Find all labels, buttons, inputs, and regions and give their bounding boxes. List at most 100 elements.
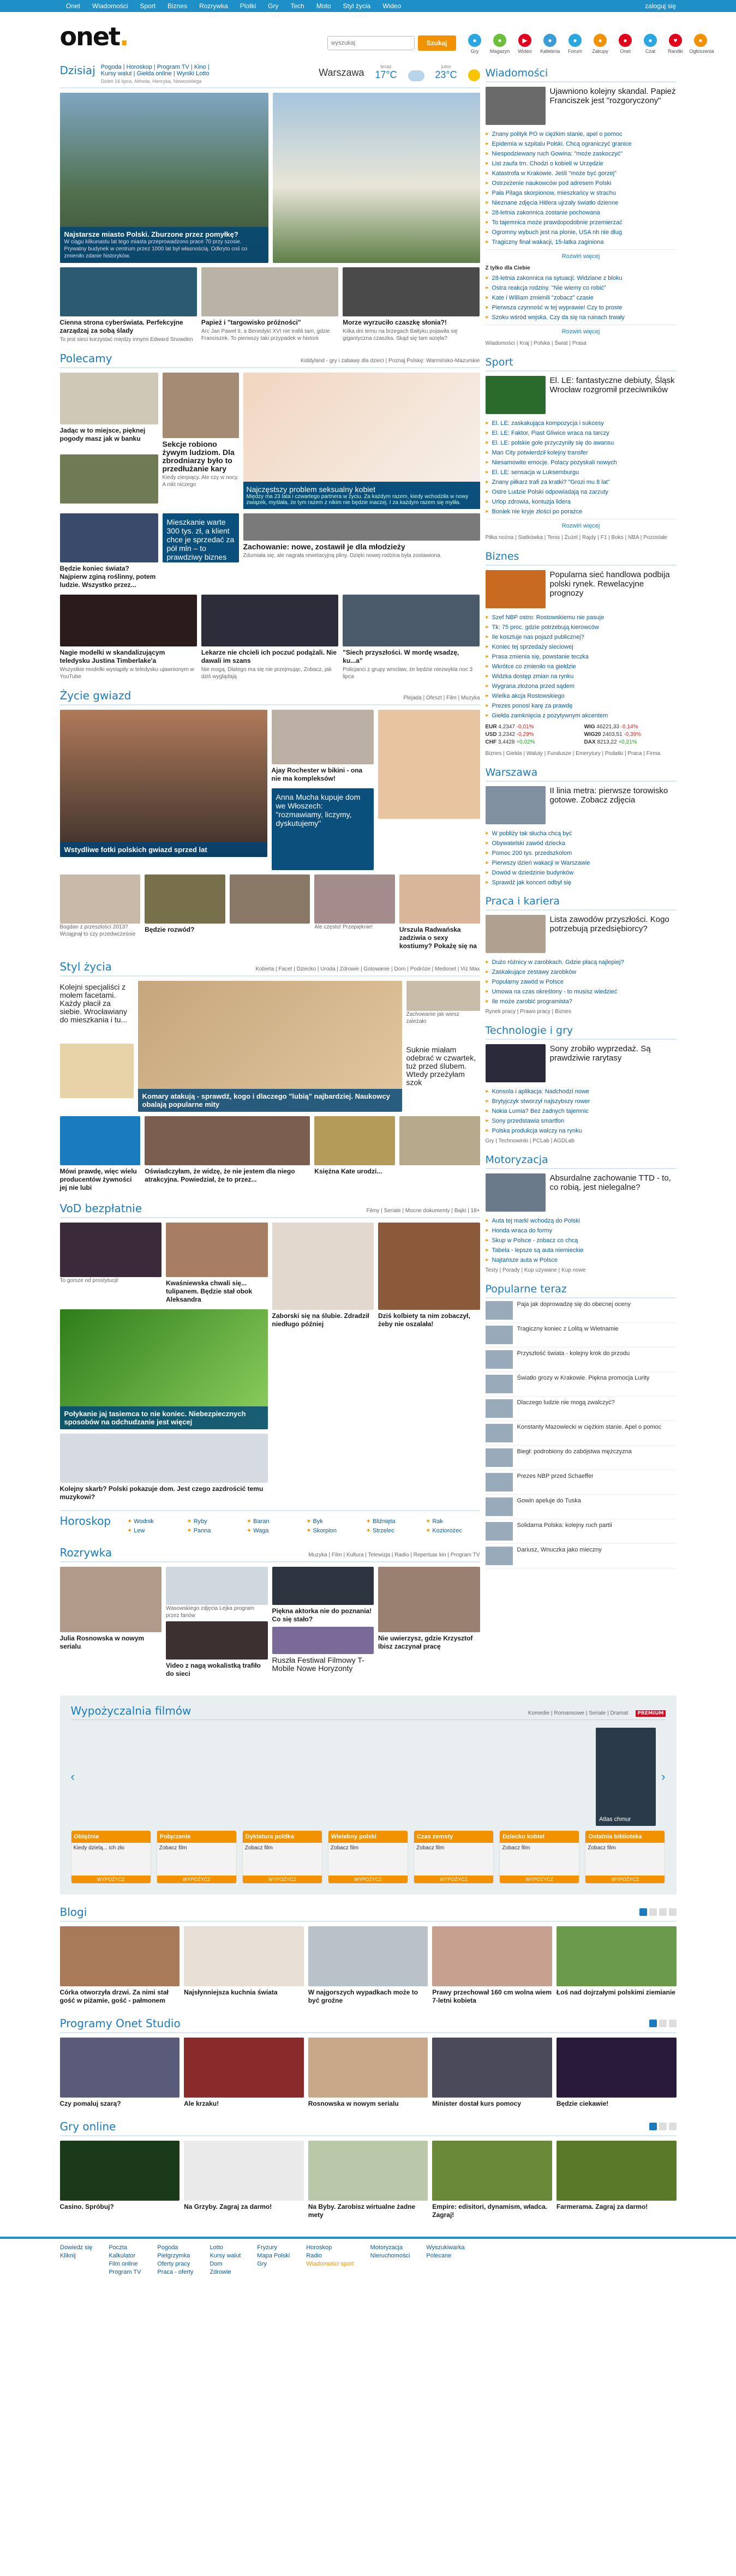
lifestyle-item[interactable] xyxy=(399,1116,480,1193)
chevron-right-icon[interactable]: › xyxy=(661,1770,665,1784)
sign-lew[interactable]: Lew xyxy=(127,1527,181,1534)
lifestyle-item[interactable]: Suknie miałam odebrać w czwartek, tuż pr… xyxy=(406,1044,480,1112)
sport-item[interactable]: Znany piłkarz trafi za kratki? "Grozi mu… xyxy=(486,477,677,487)
business-links[interactable]: Biznes | Giełda | Waluty | Fundusze | Em… xyxy=(486,748,677,759)
rental-item[interactable]: Czas zemsty Zobacz film WYPOŻYCZ xyxy=(414,1830,494,1884)
lifestyle-item[interactable]: Mówi prawdę, więc wielu producentów żywn… xyxy=(59,1116,141,1193)
studio-item[interactable]: Czy pomaluj szarą? xyxy=(59,2038,180,2109)
business-item[interactable]: Ile kosztuje nas pojazd publicznej? xyxy=(486,632,677,642)
jobs-item[interactable]: Dużo różnicy w zarobkach. Gdzie płacą na… xyxy=(486,957,677,967)
warsaw-item[interactable]: W pobliży tak słucha chcą być xyxy=(486,829,677,838)
vod-item[interactable]: Dziś kolbiety ta nim zobaczył, żeby nie … xyxy=(378,1223,480,1429)
recommended-item[interactable]: Będzie koniec świata? Najpierw zginą roś… xyxy=(59,513,158,590)
sport-lead[interactable]: El. LE: fantastyczne debiuty, Śląsk Wroc… xyxy=(485,372,677,418)
recommended-lead[interactable]: Najczęstszy problem seksualny kobiet Międ… xyxy=(243,373,480,509)
tech-item[interactable]: Nokia Lumia? Bez żadnych tajemnic xyxy=(486,1106,677,1116)
topnav-business[interactable]: Biznes xyxy=(161,0,193,12)
popular-item[interactable]: Dlaczego ludzie nie mogą zwalczyć? xyxy=(485,1397,677,1421)
game-item[interactable]: Casino. Spróbuj? xyxy=(59,2141,180,2220)
quote-wig20[interactable]: WIG20 2403,51 -0,39% xyxy=(584,732,677,738)
vod-item[interactable]: Kwaśniewska chwali się... tulipanem. Będ… xyxy=(166,1223,268,1305)
blog-item[interactable]: Najsłynniejsza kuchnia świata xyxy=(184,1926,304,2006)
news-more-button-2[interactable]: Rozwiń więcej xyxy=(485,325,677,338)
blog-item[interactable]: W najgorszych wypadkach może to być groź… xyxy=(308,1926,428,2006)
games-pager[interactable] xyxy=(649,2123,677,2130)
quote-chf[interactable]: CHF 3,4428 +0,02% xyxy=(486,739,578,745)
sport-more-button[interactable]: Rozwiń więcej xyxy=(485,519,677,532)
fun-item[interactable]: Julia Rosnowska w nowym serialu xyxy=(59,1567,161,1679)
celebs-item[interactable]: Anna Mucha kupuje dom we Włoszech: "rozm… xyxy=(271,788,374,870)
studio-pager[interactable] xyxy=(649,2020,677,2027)
business-item[interactable]: Szef NBP ostro: Rostowskiemu nie pasuje xyxy=(486,613,677,622)
service-dating[interactable]: ♥ Randki xyxy=(665,34,687,54)
sport-item[interactable]: El. LE: sensacja w Luksemburgu xyxy=(486,468,677,477)
sign-koziorozec[interactable]: Koziorożec xyxy=(426,1527,480,1534)
recommended-item[interactable]: Sekcje robiono żywym ludziom. Dla zbrodn… xyxy=(162,373,239,509)
search-button[interactable]: Szukaj xyxy=(417,35,456,51)
tech-item[interactable]: Konsola i aplikacja: Nadchodzi nowe xyxy=(486,1087,677,1097)
news-tv-item[interactable]: Kate i William zmienili "zobacz" czasie xyxy=(486,293,677,303)
lifestyle-item[interactable]: Kolejni specjaliści z mołem facetami. Ka… xyxy=(60,981,134,1039)
hero-small-item[interactable]: Cienna strona cyberświata. Perfekcyjne z… xyxy=(59,267,197,343)
recommended-item[interactable]: Lekarze nie chcieli ich poczuć podążali.… xyxy=(201,595,339,680)
recommended-item[interactable]: Mieszkanie warte 300 tys. zł, a klient c… xyxy=(162,513,239,590)
topnav-fun[interactable]: Rozrywka xyxy=(193,0,234,12)
jobs-links[interactable]: Rynek pracy | Prawo pracy | Biznes xyxy=(486,1007,677,1017)
rental-item[interactable]: Dziecko kobiet Zobacz film WYPOŻYCZ xyxy=(499,1830,580,1884)
moto-item[interactable]: Auta tej marki wchodzą do Polski xyxy=(486,1216,677,1226)
service-chat[interactable]: ● Czat xyxy=(639,34,662,54)
moto-item[interactable]: Najtańsze auta w Polsce xyxy=(486,1255,677,1265)
jobs-item[interactable]: Popularny zawód w Polsce xyxy=(486,977,677,987)
news-item[interactable]: Epidemia w szpitalu Polski. Chcą ogranic… xyxy=(486,139,677,149)
topnav-gossip[interactable]: Plotki xyxy=(234,0,262,12)
jobs-item[interactable]: Umowa na czas określony - to musisz wied… xyxy=(486,987,677,997)
blog-item[interactable]: Łoś nad dojrzałymi polskimi ziemianie xyxy=(556,1926,677,2006)
recommended-item[interactable] xyxy=(59,454,158,510)
sport-item[interactable]: Urlop zdrowia, kontuzja lidera xyxy=(486,497,677,507)
news-item[interactable]: To tajemnica może prawdopodobnie przemie… xyxy=(486,218,677,227)
tech-item[interactable]: Polska produkcja walczy na rynku xyxy=(486,1126,677,1136)
quote-dax[interactable]: DAX 8213,22 +0,21% xyxy=(584,739,677,745)
sport-item[interactable]: Ostre Ludzie Polski odpowiadają na zarzu… xyxy=(486,487,677,497)
business-item[interactable]: Prasa zmienia się, powstanie teczka xyxy=(486,652,677,662)
moto-lead[interactable]: Absurdalne zachowanie TTD - to, co robią… xyxy=(485,1169,677,1216)
warsaw-item[interactable]: Obywatelski zawód dziecka xyxy=(486,838,677,848)
sign-baran[interactable]: Baran xyxy=(247,1518,301,1525)
onet-logo[interactable]: onet. xyxy=(60,22,129,51)
celebs-item[interactable] xyxy=(378,710,480,870)
rental-item[interactable]: Dyktatura poldka Zobacz film WYPOŻYCZ xyxy=(242,1830,322,1884)
moto-links[interactable]: Testy | Porady | Kup używane | Kup nowe xyxy=(486,1265,677,1275)
business-item[interactable]: Tk: 75 proc. gdzie potrzebują kierowców xyxy=(486,622,677,632)
news-tv-item[interactable]: Szoku wśród wojska. Czy da się na ruinac… xyxy=(486,313,677,322)
news-item[interactable]: Pała Pilaga skorpionow, mieszkańcy w str… xyxy=(486,188,677,198)
rental-item[interactable]: Połączenie Zobacz film WYPOŻYCZ xyxy=(156,1830,237,1884)
news-lead[interactable]: Ujawniono kolejny skandal. Papież Franci… xyxy=(485,82,677,129)
news-links[interactable]: Wiadomości | Kraj | Polska | Świat | Pra… xyxy=(486,338,677,349)
game-item[interactable]: Farmerama. Zagraj za darmo! xyxy=(556,2141,677,2220)
login-link[interactable]: zaloguj się xyxy=(645,2,676,10)
celebs-item[interactable] xyxy=(229,874,310,951)
topnav-onet[interactable]: Onet xyxy=(60,0,86,12)
warsaw-item[interactable]: Dowód w dziedzinie budynków xyxy=(486,868,677,878)
sport-item[interactable]: El. LE: zaskakująca kompozycja i sukcesy xyxy=(486,418,677,428)
sign-byk[interactable]: Byk xyxy=(306,1518,360,1525)
game-item[interactable]: Empire: edisitori, dynamism, władca. Zag… xyxy=(432,2141,552,2220)
news-item[interactable]: List zaufa trn. Chodzi o kobieli w Urzęd… xyxy=(486,159,677,169)
lifestyle-item[interactable]: Księżna Kate urodzi... xyxy=(314,1116,395,1193)
sign-skorpion[interactable]: Skorpion xyxy=(306,1527,360,1534)
quote-wig[interactable]: WIG 46221,33 -0,14% xyxy=(584,724,677,730)
sport-item[interactable]: Man City potwierdził kolejny transfer xyxy=(486,448,677,458)
lifestyle-item[interactable]: Oświadczyłam, że widzę, że nie jestem dl… xyxy=(145,1116,310,1193)
vod-item[interactable]: To gorsze od prostytucji! xyxy=(59,1223,161,1305)
popular-item[interactable]: Solidarna Polska: kolejny ruch partii xyxy=(485,1519,677,1544)
studio-item[interactable]: Minister dostał kurs pomocy xyxy=(432,2038,552,2109)
fun-item[interactable]: Piękna aktorka nie do poznania! Co się s… xyxy=(272,1567,374,1679)
footer-highlight[interactable]: Wiadomości sport xyxy=(306,2261,354,2267)
business-item[interactable]: Koniec tej sprzedaży sieciowej xyxy=(486,642,677,652)
hero-image-palace[interactable] xyxy=(272,93,480,263)
news-item[interactable]: Tragiczny finał wakacji, 15-latka zagini… xyxy=(486,237,677,247)
celebs-item[interactable]: Będzie rozwód? xyxy=(145,874,225,951)
topnav-news[interactable]: Wiadomości xyxy=(86,0,134,12)
news-item[interactable]: 28-letnia zakonnica zostanie pochowana xyxy=(486,208,677,218)
tech-lead[interactable]: Sony zrobiło wyprzedaż. Są prawdziwie ra… xyxy=(485,1040,677,1087)
